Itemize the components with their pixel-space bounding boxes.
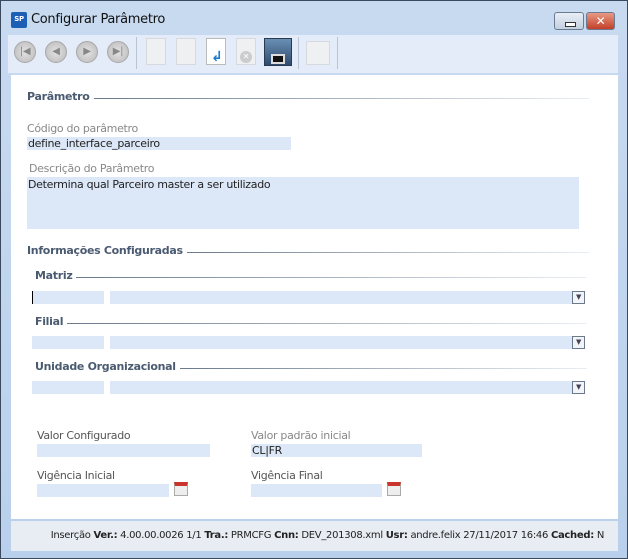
valor-padrao-field: CL|FR bbox=[251, 444, 422, 457]
status-bar: Inserção Ver.: 4.00.00.0026 1/1 Tra.: PR… bbox=[11, 521, 618, 551]
undo-icon[interactable]: ↲ bbox=[206, 38, 226, 65]
section-informacoes: Informações Configuradas bbox=[27, 244, 589, 257]
last-icon[interactable]: ▶| bbox=[107, 41, 129, 63]
calendar-icon[interactable] bbox=[174, 482, 188, 496]
filial-combo[interactable]: ▼ bbox=[110, 336, 585, 349]
chevron-down-icon[interactable]: ▼ bbox=[572, 291, 585, 304]
previous-icon[interactable]: ◀ bbox=[45, 41, 67, 63]
lock-icon[interactable] bbox=[306, 41, 330, 65]
status-cached-label: Cached: bbox=[550, 530, 594, 541]
vigencia-inicial-label: Vigência Inicial bbox=[37, 469, 115, 482]
next-icon[interactable]: ▶ bbox=[76, 41, 98, 63]
codigo-label: Código do parâmetro bbox=[27, 122, 138, 135]
edit-icon[interactable] bbox=[176, 38, 196, 65]
status-cached: N bbox=[596, 530, 604, 541]
section-title: Matriz bbox=[35, 269, 73, 282]
valor-configurado-field[interactable] bbox=[37, 444, 210, 457]
status-text: Inserção Ver.: 4.00.00.0026 1/1 Tra.: PR… bbox=[50, 530, 605, 541]
toolbar: |◀ ◀ ▶ ▶| ↲ ✕ bbox=[8, 35, 618, 73]
vigencia-inicial-field[interactable] bbox=[37, 484, 169, 497]
new-icon[interactable] bbox=[146, 38, 166, 65]
valor-configurado-label: Valor Configurado bbox=[37, 429, 131, 442]
section-title: Parâmetro bbox=[27, 90, 90, 103]
separator bbox=[337, 37, 338, 69]
vigencia-final-label: Vigência Final bbox=[251, 469, 323, 482]
minimize-button[interactable] bbox=[554, 12, 584, 30]
status-tra: PRMCFG bbox=[230, 530, 272, 541]
descricao-label: Descrição do Parâmetro bbox=[29, 162, 155, 175]
separator bbox=[298, 37, 299, 69]
window-title: Configurar Parâmetro bbox=[31, 12, 166, 27]
section-unidade: Unidade Organizacional bbox=[35, 360, 587, 373]
codigo-field[interactable]: define_interface_parceiro bbox=[27, 137, 291, 150]
filial-code-field[interactable] bbox=[32, 336, 104, 349]
app-logo: SP bbox=[11, 12, 27, 28]
section-title: Unidade Organizacional bbox=[35, 360, 176, 373]
delete-icon[interactable]: ✕ bbox=[236, 38, 256, 65]
calendar-icon[interactable] bbox=[387, 482, 401, 496]
status-ver: 4.00.00.0026 1/1 bbox=[120, 530, 202, 541]
unidade-code-field[interactable] bbox=[32, 381, 104, 394]
first-icon[interactable]: |◀ bbox=[14, 41, 36, 63]
window: SP Configurar Parâmetro ✕ |◀ ◀ ▶ ▶| ↲ ✕ … bbox=[0, 0, 628, 559]
chevron-down-icon[interactable]: ▼ bbox=[572, 336, 585, 349]
status-tra-label: Tra.: bbox=[204, 530, 229, 541]
status-mode: Inserção bbox=[50, 530, 91, 541]
section-matriz: Matriz bbox=[35, 269, 587, 282]
status-ver-label: Ver.: bbox=[93, 530, 118, 541]
matriz-combo[interactable]: ▼ bbox=[110, 291, 585, 304]
status-usr-label: Usr: bbox=[385, 530, 408, 541]
save-icon[interactable] bbox=[264, 38, 292, 66]
status-cnn-label: Cnn: bbox=[274, 530, 299, 541]
descricao-field[interactable]: Determina qual Parceiro master a ser uti… bbox=[27, 177, 579, 229]
matriz-code-field[interactable] bbox=[32, 291, 104, 304]
unidade-combo[interactable]: ▼ bbox=[110, 381, 585, 394]
section-filial: Filial bbox=[35, 315, 587, 328]
valor-padrao-label: Valor padrão inicial bbox=[251, 429, 351, 442]
section-title: Filial bbox=[35, 315, 64, 328]
status-usr: andre.felix 27/11/2017 16:46 bbox=[410, 530, 549, 541]
separator bbox=[136, 37, 137, 69]
close-button[interactable]: ✕ bbox=[586, 12, 615, 30]
vigencia-final-field[interactable] bbox=[251, 484, 382, 497]
chevron-down-icon[interactable]: ▼ bbox=[572, 381, 585, 394]
section-title: Informações Configuradas bbox=[27, 244, 183, 257]
section-parametro: Parâmetro bbox=[27, 90, 589, 103]
status-cnn: DEV_201308.xml bbox=[301, 530, 383, 541]
